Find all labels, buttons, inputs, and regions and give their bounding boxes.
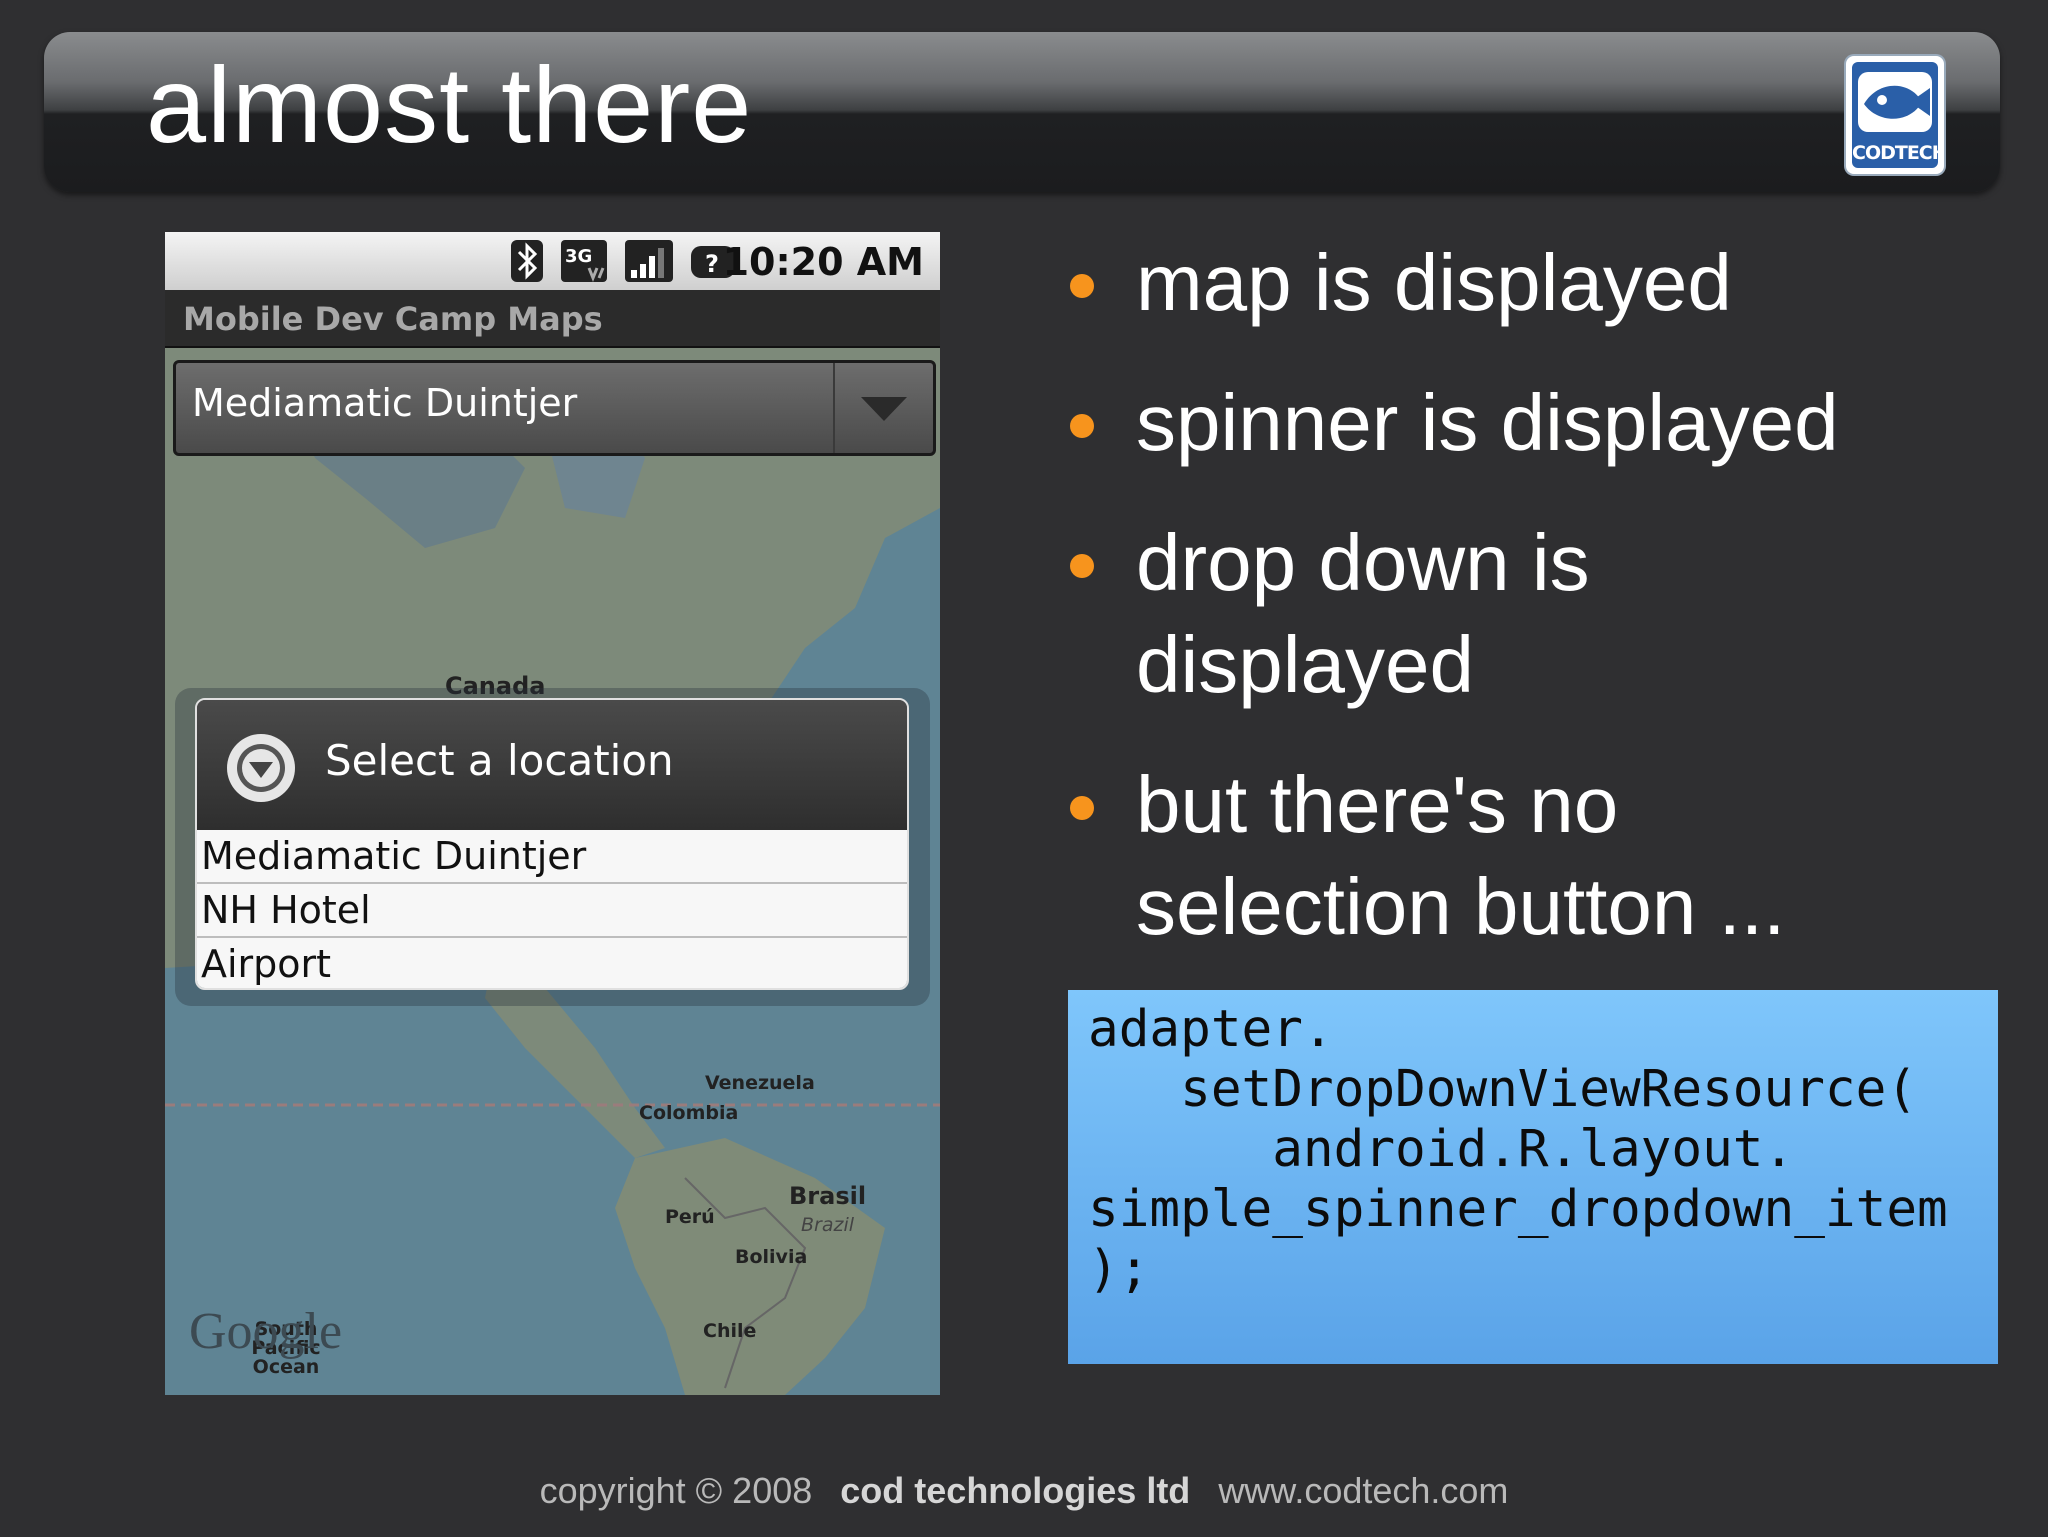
map-label-peru: Perú bbox=[665, 1206, 715, 1228]
code-line: android.R.layout. bbox=[1088, 1120, 1795, 1179]
dialog-header: Select a location bbox=[197, 700, 907, 830]
bullet-text: drop down is bbox=[1136, 518, 1590, 607]
map-label-colombia: Colombia bbox=[639, 1102, 739, 1124]
app-title-bar: Mobile Dev Camp Maps bbox=[165, 290, 940, 348]
bullet-text: displayed bbox=[1136, 620, 1475, 709]
map-label-brasil: Brasil bbox=[789, 1182, 867, 1210]
bullet-text: selection button ... bbox=[1136, 862, 1786, 951]
map-label-venezuela: Venezuela bbox=[705, 1072, 815, 1094]
signal-strength-icon bbox=[625, 240, 673, 282]
dialog-title: Select a location bbox=[325, 736, 674, 785]
slide-title: almost there bbox=[146, 44, 753, 165]
codtech-logo: CODTECH bbox=[1846, 56, 1944, 174]
bullet-text: but there's no bbox=[1136, 760, 1619, 849]
phone-screenshot: Canada Venezuela Colombia Brasil Brazil … bbox=[165, 232, 940, 1395]
dialog-option-airport[interactable]: Airport bbox=[197, 938, 907, 988]
map-label-brazil: Brazil bbox=[801, 1214, 855, 1236]
map-label-chile: Chile bbox=[703, 1320, 757, 1342]
svg-text:?: ? bbox=[705, 250, 719, 278]
bluetooth-icon bbox=[511, 240, 543, 282]
bullet-text: spinner is displayed bbox=[1136, 378, 1839, 467]
3g-data-icon: 3G bbox=[561, 240, 607, 283]
footer-company: cod technologies ltd bbox=[840, 1470, 1191, 1511]
bullet-dot bbox=[1070, 554, 1094, 578]
status-bar: 3G ? 10:20 AM bbox=[165, 232, 940, 290]
bullet-text: map is displayed bbox=[1136, 238, 1732, 327]
status-time: 10:20 AM bbox=[722, 240, 924, 284]
code-line: adapter. bbox=[1088, 1000, 1334, 1059]
select-location-dialog: Select a location Mediamatic Duintjer NH… bbox=[195, 698, 909, 990]
chevron-down-icon bbox=[861, 397, 907, 421]
google-logo: Google bbox=[189, 1303, 343, 1360]
dialog-option-list: Mediamatic Duintjer NH Hotel Airport bbox=[197, 830, 907, 988]
bullet-dot bbox=[1070, 274, 1094, 298]
code-snippet: adapter. setDropDownViewResource( androi… bbox=[1068, 990, 1998, 1364]
map-label-bolivia: Bolivia bbox=[735, 1246, 808, 1268]
spinner-arrow-button[interactable] bbox=[833, 363, 933, 453]
bullet-dot bbox=[1070, 414, 1094, 438]
code-line: setDropDownViewResource( bbox=[1088, 1060, 1918, 1119]
slide-footer: copyright © 2008 cod technologies ltd ww… bbox=[0, 1470, 2048, 1512]
footer-website: www.codtech.com bbox=[1218, 1470, 1509, 1511]
dropdown-circle-icon bbox=[227, 734, 295, 802]
spinner-selected-value: Mediamatic Duintjer bbox=[192, 381, 578, 425]
svg-text:3G: 3G bbox=[565, 246, 592, 267]
dialog-option-nh-hotel[interactable]: NH Hotel bbox=[197, 884, 907, 936]
bullet-dot bbox=[1070, 796, 1094, 820]
dialog-option-mediamatic[interactable]: Mediamatic Duintjer bbox=[197, 830, 907, 882]
app-title: Mobile Dev Camp Maps bbox=[183, 300, 603, 338]
code-line: simple_spinner_dropdown_item bbox=[1088, 1180, 1948, 1239]
location-spinner[interactable]: Mediamatic Duintjer bbox=[173, 360, 936, 456]
logo-text: CODTECH bbox=[1852, 142, 1938, 164]
fish-icon bbox=[1858, 72, 1932, 132]
code-line: ); bbox=[1088, 1240, 1150, 1299]
footer-copyright: copyright © 2008 bbox=[539, 1470, 813, 1511]
